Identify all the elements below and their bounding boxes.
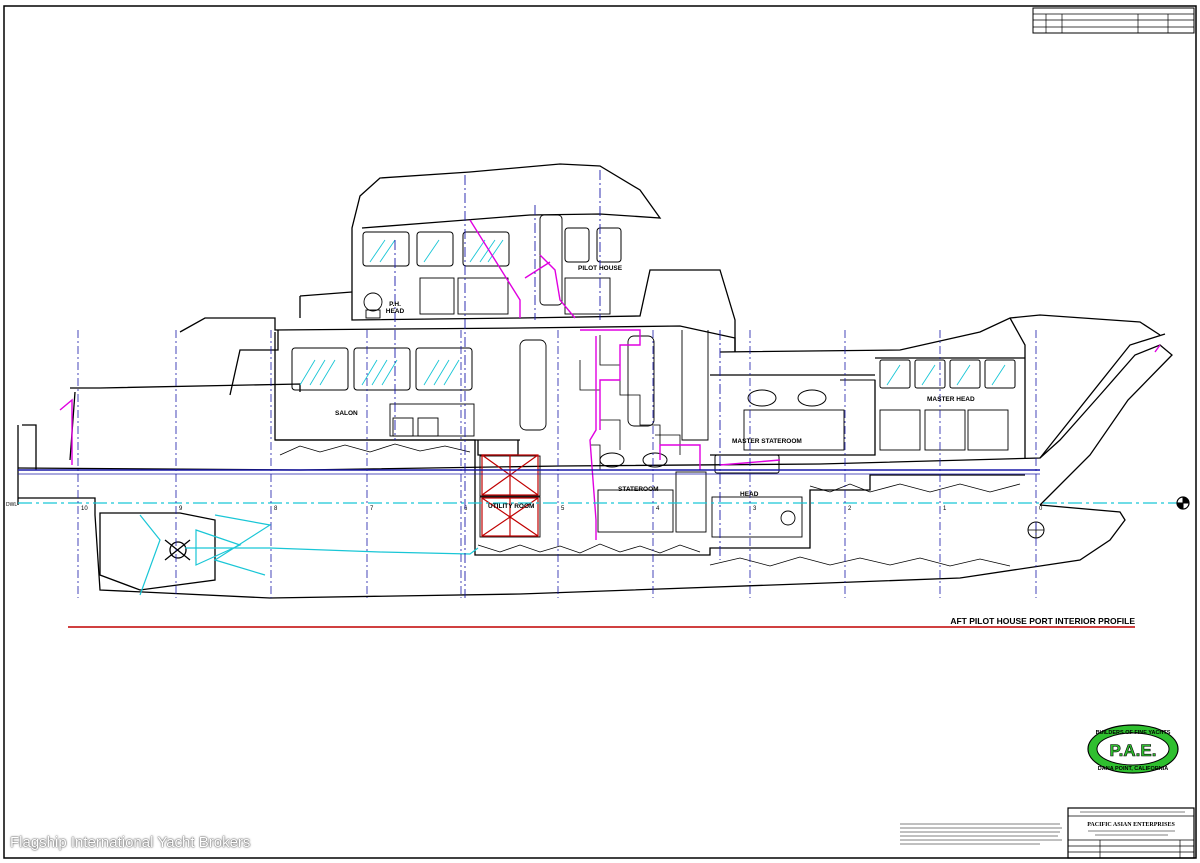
pae-logo: P.A.E. BUILDERS OF FINE YACHTS DANA POIN… bbox=[1087, 724, 1179, 774]
station-number: 8 bbox=[274, 506, 278, 512]
station-number: 2 bbox=[848, 506, 852, 512]
view-title-block: AFT PILOT HOUSE PORT INTERIOR PROFILE bbox=[68, 616, 1135, 628]
hull-outline bbox=[17, 163, 1173, 599]
cutaway-hatching bbox=[279, 443, 1021, 567]
window-glazing bbox=[299, 239, 1006, 386]
notes-fine-print bbox=[900, 823, 1062, 845]
master-stateroom-label: MASTER STATEROOM bbox=[732, 438, 802, 445]
station-number: 1 bbox=[943, 506, 947, 512]
view-title: AFT PILOT HOUSE PORT INTERIOR PROFILE bbox=[950, 616, 1135, 626]
stateroom-label: STATEROOM bbox=[618, 486, 659, 493]
master-head-label: MASTER HEAD bbox=[927, 396, 975, 403]
station-number: 9 bbox=[179, 506, 183, 512]
company-name: PACIFIC ASIAN ENTERPRISES bbox=[1087, 822, 1175, 828]
pilot-house-label: PILOT HOUSE bbox=[578, 265, 623, 272]
title-block: PACIFIC ASIAN ENTERPRISES bbox=[1067, 807, 1195, 859]
station-number: 7 bbox=[370, 506, 374, 512]
ph-head-label: P.H. HEAD bbox=[386, 301, 405, 315]
sheet-border bbox=[3, 5, 1197, 859]
head-label: HEAD bbox=[740, 491, 759, 498]
yacht-profile-drawing: 10 9 8 7 6 5 4 3 2 1 0 PILOT HOUSE P.H. HEAD SALON … bbox=[3, 5, 1197, 859]
logo-ring-bottom: DANA POINT, CALIFORNIA bbox=[1098, 766, 1168, 772]
stairs bbox=[579, 335, 681, 470]
logo-initials: P.A.E. bbox=[1110, 741, 1157, 760]
station-number: 4 bbox=[656, 506, 660, 512]
interior-fittings bbox=[363, 214, 1009, 538]
broker-watermark: Flagship International Yacht Brokers bbox=[10, 834, 251, 851]
section-lines bbox=[394, 170, 721, 598]
utility-room-label: UTILITY ROOM bbox=[488, 503, 534, 510]
revision-block bbox=[1032, 7, 1195, 34]
waterline-label: DWL bbox=[6, 502, 17, 508]
station-number: 0 bbox=[1039, 506, 1043, 512]
salon-label: SALON bbox=[335, 410, 358, 417]
station-number: 5 bbox=[561, 506, 565, 512]
logo-ring-top: BUILDERS OF FINE YACHTS bbox=[1096, 730, 1171, 736]
station-number: 3 bbox=[753, 506, 757, 512]
station-lines: 10 9 8 7 6 5 4 3 2 1 0 bbox=[77, 330, 1043, 598]
waterline bbox=[18, 469, 1190, 539]
station-number: 10 bbox=[81, 506, 88, 512]
